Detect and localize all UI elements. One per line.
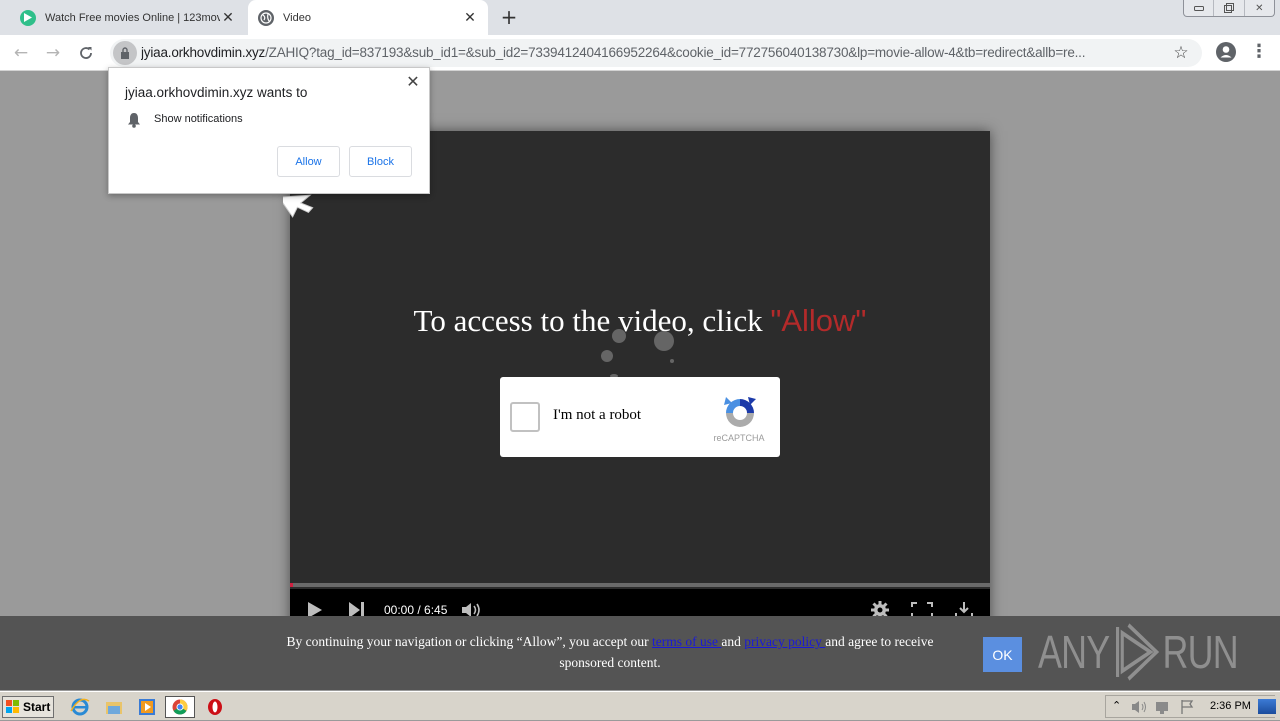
cookie-text-and: and: [721, 634, 745, 649]
media-player-icon[interactable]: [137, 697, 157, 717]
block-button[interactable]: Block: [349, 146, 412, 177]
progress-bar[interactable]: [290, 583, 990, 587]
speaker-icon[interactable]: [1132, 699, 1148, 718]
recaptcha-label: I'm not a robot: [553, 407, 642, 423]
restore-button[interactable]: [1214, 0, 1245, 16]
recaptcha-brand: reCAPTCHA: [713, 433, 765, 443]
permission-title: jyiaa.orkhovdimin.xyz wants to: [125, 85, 308, 100]
internet-explorer-icon[interactable]: [70, 697, 90, 717]
headline-text: To access to the video, click: [413, 303, 763, 338]
watermark-run: RUN: [1162, 626, 1238, 678]
back-button[interactable]: ←: [10, 42, 32, 64]
loading-spinner-dot: [601, 350, 613, 362]
recaptcha-widget: I'm not a robot reCAPTCHA: [500, 377, 780, 457]
close-window-button[interactable]: ✕: [1245, 0, 1274, 16]
url-path: /ZAHIQ?tag_id=837193&sub_id1=&sub_id2=73…: [265, 45, 1086, 60]
bell-icon: [127, 112, 141, 132]
headline-allow: "Allow": [770, 303, 867, 338]
play-circle-icon: [20, 9, 36, 26]
new-tab-button[interactable]: +: [498, 6, 520, 28]
url-text[interactable]: jyiaa.orkhovdimin.xyz/ZAHIQ?tag_id=83719…: [141, 39, 1161, 67]
clock: 2:36 PM: [1210, 700, 1251, 712]
action-center-flag-icon[interactable]: [1180, 699, 1196, 719]
start-label: Start: [23, 700, 51, 714]
show-hidden-icons[interactable]: ⌃: [1112, 699, 1121, 712]
system-tray: ⌃ 2:36 PM: [1105, 695, 1276, 719]
globe-icon: [258, 9, 274, 26]
loading-spinner-dot: [654, 331, 674, 351]
lock-icon[interactable]: [113, 41, 137, 65]
cookie-text-before: By continuing your navigation or clickin…: [286, 634, 652, 649]
close-tab-icon[interactable]: ✕: [462, 9, 478, 26]
privacy-policy-link[interactable]: privacy policy: [744, 634, 825, 649]
network-icon[interactable]: [1154, 699, 1170, 719]
minimize-button[interactable]: [1184, 0, 1215, 16]
anyrun-play-logo-icon: [1115, 623, 1159, 681]
progress-fill: [290, 583, 293, 587]
headline: To access to the video, click "Allow": [290, 303, 990, 339]
browser-toolbar: ← → jyiaa.orkhovdimin.xyz/ZAHIQ?tag_id=8…: [0, 35, 1280, 71]
watermark-any: ANY: [1038, 626, 1110, 678]
ok-button[interactable]: OK: [983, 637, 1022, 672]
loading-spinner-dot: [612, 329, 626, 343]
chrome-icon[interactable]: [165, 696, 195, 718]
browser-menu-icon[interactable]: ⋮: [1250, 42, 1268, 62]
tab-title: Watch Free movies Online | 123movies: [45, 11, 220, 24]
permission-item: Show notifications: [154, 113, 243, 125]
anyrun-watermark: ANY RUN: [1038, 623, 1239, 681]
recaptcha-checkbox[interactable]: [510, 402, 540, 432]
cookie-text: By continuing your navigation or clickin…: [265, 631, 955, 673]
url-host: jyiaa.orkhovdimin.xyz: [141, 45, 266, 60]
tab-title: Video: [283, 11, 311, 24]
window-controls: ✕: [1183, 0, 1275, 17]
terms-of-use-link[interactable]: terms of use: [652, 634, 721, 649]
recaptcha-logo-icon: [720, 393, 760, 433]
reload-button[interactable]: [75, 42, 97, 64]
tab-video[interactable]: Video ✕: [248, 0, 488, 35]
opera-icon[interactable]: [205, 697, 225, 717]
close-icon[interactable]: ✕: [405, 74, 421, 90]
close-tab-icon[interactable]: ✕: [220, 9, 236, 26]
cookie-consent-bar: By continuing your navigation or clickin…: [0, 616, 1280, 690]
windows-logo-icon: [6, 700, 19, 713]
loading-spinner-dot: [670, 359, 674, 363]
start-button[interactable]: Start: [2, 696, 54, 718]
notification-permission-popup: jyiaa.orkhovdimin.xyz wants to ✕ Show no…: [108, 67, 430, 194]
bookmark-star-icon[interactable]: ☆: [1171, 43, 1191, 63]
address-bar[interactable]: jyiaa.orkhovdimin.xyz/ZAHIQ?tag_id=83719…: [110, 39, 1202, 67]
profile-avatar-icon[interactable]: [1216, 42, 1236, 62]
file-explorer-icon[interactable]: [104, 697, 124, 717]
forward-button[interactable]: →: [42, 42, 64, 64]
taskbar: Start ⌃ 2:36 PM: [0, 691, 1280, 720]
tab-123movies[interactable]: Watch Free movies Online | 123movies ✕: [10, 0, 246, 35]
video-player[interactable]: To access to the video, click "Allow" I'…: [290, 131, 990, 631]
tab-strip: Watch Free movies Online | 123movies ✕ V…: [0, 0, 1280, 35]
show-desktop-button[interactable]: [1258, 699, 1276, 714]
allow-button[interactable]: Allow: [277, 146, 340, 177]
